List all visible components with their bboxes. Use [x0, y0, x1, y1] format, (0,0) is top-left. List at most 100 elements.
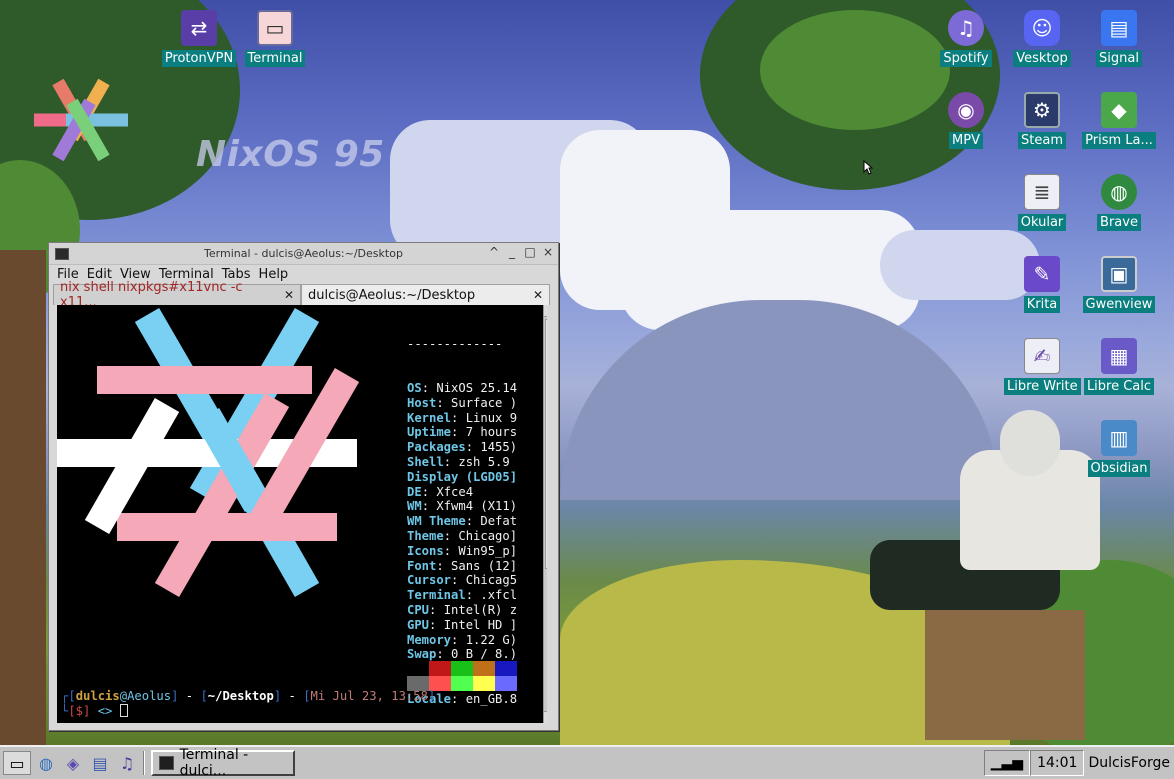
color-palette [407, 661, 517, 691]
desktop-icon-prism[interactable]: ◆ Prism La... [1081, 92, 1157, 149]
tab-nix-shell[interactable]: nix shell nixpkgs#x11vnc -c x11... ✕ [53, 280, 301, 310]
maximize-button[interactable]: □ [524, 245, 536, 259]
wallpaper-tree-right-light [760, 10, 950, 130]
fastfetch-row: WM: Xfwm4 (X11) [407, 499, 537, 514]
text-cursor [119, 703, 128, 717]
fastfetch-row: Memory: 1.22 G) [407, 633, 537, 648]
desktop-icon-signal[interactable]: ▤ Signal [1081, 10, 1157, 67]
notepad-icon[interactable]: ▤ [88, 751, 112, 775]
palette-swatch [429, 661, 451, 676]
prompt-host: Aeolus [127, 689, 172, 703]
roll-up-button[interactable]: ^ [488, 245, 500, 259]
palette-swatch [473, 661, 495, 676]
desktop-icon-label: Libre Calc [1083, 378, 1155, 395]
image-viewer-icon: ▣ [1101, 256, 1137, 292]
fastfetch-row: Shell: zsh 5.9 [407, 455, 537, 470]
fastfetch-key: Memory [407, 632, 452, 647]
fastfetch-key: WM [407, 499, 422, 514]
fastfetch-value: : NixOS 25.14 [421, 380, 518, 395]
desktop-icon-steam[interactable]: ⚙ Steam [1004, 92, 1080, 149]
palette-swatch [473, 676, 495, 691]
fastfetch-key: Theme [407, 528, 444, 543]
writer-icon: ✍ [1024, 338, 1060, 374]
scroll-down-icon[interactable]: ▼ [544, 711, 547, 723]
spotify-icon: ♫ [948, 10, 984, 46]
desktop-icon-libre-calc[interactable]: ▦ Libre Calc [1081, 338, 1157, 395]
fastfetch-row: Font: Sans (12] [407, 559, 537, 574]
media-icon[interactable]: ♫ [115, 751, 139, 775]
wallpaper-stump [925, 610, 1085, 740]
paint-icon: ✎ [1024, 256, 1060, 292]
terminal-window[interactable]: Terminal - dulcis@Aeolus:~/Desktop ^ _ □… [48, 242, 559, 731]
desktop-icon-mpv[interactable]: ◉ MPV [928, 92, 1004, 149]
fastfetch-key: Host [407, 395, 437, 410]
fastfetch-key: CPU [407, 602, 430, 617]
fastfetch-key: OS [407, 380, 422, 395]
window-title: Terminal - dulcis@Aeolus:~/Desktop [204, 247, 403, 260]
minimize-button[interactable]: _ [506, 245, 518, 259]
desktop-icon-label: Steam [1018, 132, 1066, 149]
shell-prompt[interactable]: ┌[dulcis@Aeolus] - [~/Desktop] - [Mi Jul… [61, 689, 435, 719]
terminal-scrollbar[interactable]: ▲ ▼ [543, 305, 547, 723]
prompt-user: dulcis [75, 689, 120, 703]
palette-swatch [451, 676, 473, 691]
terminal-output[interactable]: ------------- OS: NixOS 25.14 Host: Surfa… [57, 305, 547, 723]
network-icon[interactable]: ▁▃▅ [983, 750, 1031, 776]
globe-icon: ◍ [1101, 174, 1137, 210]
scroll-thumb[interactable] [545, 319, 547, 569]
tab-close-icon[interactable]: ✕ [284, 288, 294, 302]
fastfetch-row: Display (LGD05] [407, 470, 537, 485]
user-name[interactable]: DulcisForge [1084, 750, 1174, 776]
protonvpn-icon: ⇄ [181, 10, 217, 46]
fastfetch-row: GPU: Intel HD ] [407, 618, 537, 633]
desktop-icon-label: MPV [949, 132, 983, 149]
terminal-titlebar[interactable]: Terminal - dulcis@Aeolus:~/Desktop ^ _ □… [49, 243, 558, 265]
fastfetch-row: Packages: 1455) [407, 440, 537, 455]
clock[interactable]: 14:01 [1030, 750, 1085, 776]
desktop-icon-brave[interactable]: ◍ Brave [1081, 174, 1157, 231]
fastfetch-value: : Intel(R) z [429, 602, 518, 617]
desktop-icon-vesktop[interactable]: ☺ Vesktop [1004, 10, 1080, 67]
terminal-icon: ▭ [257, 10, 293, 46]
cube-icon[interactable]: ◈ [61, 751, 85, 775]
fastfetch-row: Host: Surface ) [407, 396, 537, 411]
close-button[interactable]: × [542, 245, 554, 259]
fastfetch-value: : Xfwm4 (X11) [421, 499, 518, 514]
desktop-icon-label: ProtonVPN [161, 50, 237, 67]
nixos-watermark: NixOS 95 [196, 134, 385, 175]
fastfetch-rows: OS: NixOS 25.14 Host: Surface ) Kernel: Li… [407, 381, 537, 707]
signal-icon: ▤ [1101, 10, 1137, 46]
desktop-icon-protonvpn[interactable]: ⇄ ProtonVPN [161, 10, 237, 67]
fastfetch-row: Terminal: .xfcl [407, 588, 537, 603]
desktop-icon-label: Gwenview [1082, 296, 1156, 313]
fastfetch-value: : Xfce4 [421, 484, 474, 499]
spreadsheet-icon: ▦ [1101, 338, 1137, 374]
desktop-icon-label: Signal [1096, 50, 1142, 67]
mouse-pointer-icon [863, 160, 873, 175]
steam-icon: ⚙ [1024, 92, 1060, 128]
fastfetch-value: : Linux 9 [451, 410, 518, 425]
fastfetch-value: : zsh 5.9 [443, 454, 510, 469]
desktop-icon-okular[interactable]: ≣ Okular [1004, 174, 1080, 231]
tab-desktop[interactable]: dulcis@Aeolus:~/Desktop ✕ [301, 284, 550, 305]
fastfetch-row: Theme: Chicago] [407, 529, 537, 544]
fastfetch-key: Icons [407, 543, 444, 558]
window-controls: ^ _ □ × [488, 245, 554, 259]
desktop-icon-libre-write[interactable]: ✍ Libre Write [1004, 338, 1081, 395]
desktop-icon-gwenview[interactable]: ▣ Gwenview [1081, 256, 1157, 313]
terminal-icon [159, 756, 174, 770]
desktop-icon-krita[interactable]: ✎ Krita [1004, 256, 1080, 313]
fastfetch-value: : 7 hours [451, 425, 518, 440]
show-desktop-icon[interactable]: ▭ [3, 751, 31, 775]
taskbar-task-terminal[interactable]: Terminal - dulci... [151, 747, 295, 779]
desktop-icon-terminal[interactable]: ▭ Terminal [237, 10, 313, 67]
fastfetch-row: DE: Xfce4 [407, 485, 537, 500]
prompt-at: @ [119, 689, 128, 703]
scroll-up-icon[interactable]: ▲ [544, 305, 547, 317]
globe-icon[interactable]: ◍ [34, 751, 58, 775]
prompt-dollar: [$] [68, 703, 91, 718]
fastfetch-key: Swap [407, 647, 437, 662]
tab-close-icon[interactable]: ✕ [533, 288, 543, 302]
desktop-icon-obsidian[interactable]: ▥ Obsidian [1081, 420, 1157, 477]
desktop-icon-spotify[interactable]: ♫ Spotify [928, 10, 1004, 67]
